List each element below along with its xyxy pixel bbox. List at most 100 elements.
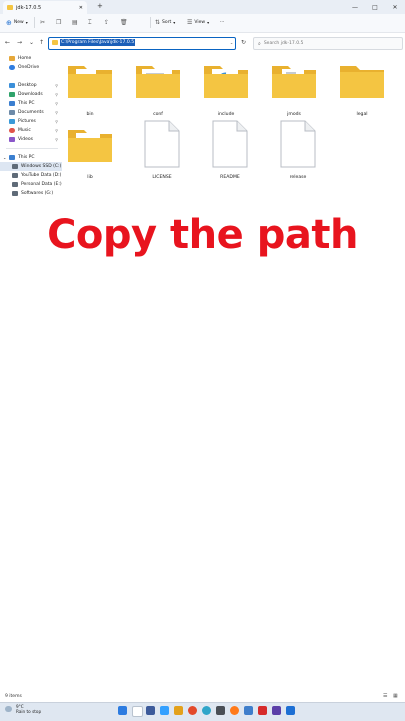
address-path-selected[interactable]: C:\Program Files\Java\jdk-17.0.5 (60, 39, 136, 46)
file-icon (280, 120, 316, 168)
share-icon: ⇪ (104, 19, 110, 26)
copy-button[interactable]: ❐ (56, 17, 61, 28)
minimize-button[interactable]: — (345, 0, 365, 14)
delete-button[interactable]: 🗑 (120, 17, 128, 28)
sidebar-item-softwares[interactable]: Softwares (G:) (0, 189, 62, 198)
file-item-include[interactable]: include (202, 60, 256, 117)
tab-jdk[interactable]: jdk-17.0.5 ✕ (3, 1, 87, 14)
app-icon-purple[interactable] (272, 706, 281, 715)
view-icon: ☰ (187, 19, 193, 26)
task-view-icon[interactable] (146, 706, 155, 715)
sidebar-item-pictures[interactable]: Pictures ⚲ (0, 117, 62, 126)
app-icon-intellij[interactable] (286, 706, 295, 715)
overlay-caption: Copy the path (47, 212, 358, 258)
sidebar-item-home[interactable]: Home (0, 54, 62, 63)
file-item-jmods[interactable]: jmods (270, 60, 324, 117)
recent-chevron-icon[interactable]: ⌄ (27, 38, 36, 47)
app-icon-blue[interactable] (244, 706, 253, 715)
desktop-icon (9, 83, 15, 88)
sidebar-item-documents[interactable]: Documents ⚲ (0, 108, 62, 117)
paste-button[interactable]: ▤ (72, 17, 78, 28)
drive-icon (12, 182, 18, 187)
sidebar-item-downloads[interactable]: Downloads ⚲ (0, 90, 62, 99)
copy-icon: ❐ (56, 19, 62, 26)
file-name: README (220, 175, 240, 180)
chrome-icon[interactable] (188, 706, 197, 715)
file-explorer-icon[interactable] (174, 706, 183, 715)
search-input[interactable]: ⌕ Search jdk-17.0.5 (253, 37, 403, 50)
navigation-pane (0, 53, 62, 693)
sort-icon: ⇅ (155, 19, 161, 26)
pin-icon[interactable]: ⚲ (55, 128, 58, 133)
pin-icon[interactable]: ⚲ (55, 92, 58, 97)
pin-icon[interactable]: ⚲ (55, 110, 58, 115)
app-icon-l[interactable] (160, 706, 169, 715)
up-arrow-icon[interactable]: ↑ (37, 38, 46, 47)
plus-icon: ⊕ (6, 18, 12, 27)
chevron-down-icon: ▾ (25, 20, 28, 25)
sidebar-item-onedrive[interactable]: OneDrive (0, 63, 62, 72)
chevron-down-icon: ⌄ (3, 155, 7, 160)
tab-title: jdk-17.0.5 (16, 4, 42, 11)
file-item-conf[interactable]: conf (134, 60, 188, 117)
file-item-readme[interactable]: README (212, 120, 260, 180)
pin-icon[interactable]: ⚲ (55, 137, 58, 142)
close-tab-icon[interactable]: ✕ (79, 5, 83, 11)
sidebar-item-music[interactable]: Music ⚲ (0, 126, 62, 135)
refresh-icon[interactable]: ↻ (239, 38, 248, 47)
details-view-icon[interactable]: ☰ (383, 693, 387, 699)
sidebar-item-label: Videos (18, 137, 33, 142)
more-options-button[interactable]: ··· (220, 17, 224, 28)
file-item-release[interactable]: release (280, 120, 328, 180)
pin-icon[interactable]: ⚲ (55, 119, 58, 124)
start-icon[interactable] (118, 706, 127, 715)
new-button[interactable]: ⊕ New ▾ (6, 17, 28, 28)
folder-icon (272, 66, 316, 98)
sidebar-item-label: OneDrive (18, 65, 40, 70)
sidebar-item-this-pc[interactable]: ⌄ This PC (0, 153, 62, 162)
app-icon-red[interactable] (258, 706, 267, 715)
drive-icon (12, 173, 18, 178)
sidebar-item-label: Windows SSD (C:) (21, 164, 62, 169)
file-name: LICENSE (152, 175, 172, 180)
rename-button[interactable]: ⌶ (88, 17, 92, 28)
file-item-license[interactable]: LICENSE (144, 120, 192, 180)
sidebar-item-youtube-data[interactable]: YouTube Data (D:) (0, 171, 62, 180)
share-button[interactable]: ⇪ (104, 17, 109, 28)
file-item-lib[interactable]: lib (66, 124, 120, 180)
file-item-bin[interactable]: bin (66, 60, 120, 117)
file-name: include (217, 112, 235, 117)
sidebar-item-videos[interactable]: Videos ⚲ (0, 135, 62, 144)
folder-icon (136, 66, 180, 98)
close-window-button[interactable]: ✕ (385, 0, 405, 14)
maximize-button[interactable]: □ (365, 0, 385, 14)
sidebar-item-this-pc-pinned[interactable]: This PC ⚲ (0, 99, 62, 108)
pin-icon[interactable]: ⚲ (55, 101, 58, 106)
edge-icon[interactable] (202, 706, 211, 715)
sidebar-item-personal-data[interactable]: Personal Data (E:) (0, 180, 62, 189)
cut-button[interactable]: ✂ (40, 17, 45, 28)
sidebar-item-label: Personal Data (E:) (21, 182, 62, 187)
search-icon[interactable] (132, 706, 143, 717)
sort-button[interactable]: ⇅ Sort ▾ (155, 17, 175, 28)
app-icon-gear[interactable] (216, 706, 225, 715)
back-arrow-icon[interactable]: ← (3, 38, 12, 47)
sidebar-item-label: YouTube Data (D:) (21, 173, 62, 178)
drive-icon (12, 191, 18, 196)
file-item-legal[interactable]: legal (338, 60, 392, 117)
new-tab-button[interactable]: + (97, 2, 103, 10)
pin-icon[interactable]: ⚲ (55, 83, 58, 88)
tiles-view-icon[interactable]: ▦ (393, 693, 398, 699)
view-button[interactable]: ☰ View ▾ (187, 17, 209, 28)
folder-icon (52, 40, 58, 45)
music-icon (9, 128, 15, 133)
address-chevron-icon[interactable]: ⌄ (227, 38, 236, 47)
sidebar-item-windows-ssd[interactable]: Windows SSD (C:) (0, 162, 62, 171)
file-name: legal (356, 112, 368, 117)
file-name: jmods (287, 112, 301, 117)
forward-arrow-icon[interactable]: → (15, 38, 24, 47)
firefox-icon[interactable] (230, 706, 239, 715)
document-icon (9, 110, 15, 115)
sidebar-item-desktop[interactable]: Desktop ⚲ (0, 81, 62, 90)
search-placeholder: Search jdk-17.0.5 (263, 41, 304, 46)
